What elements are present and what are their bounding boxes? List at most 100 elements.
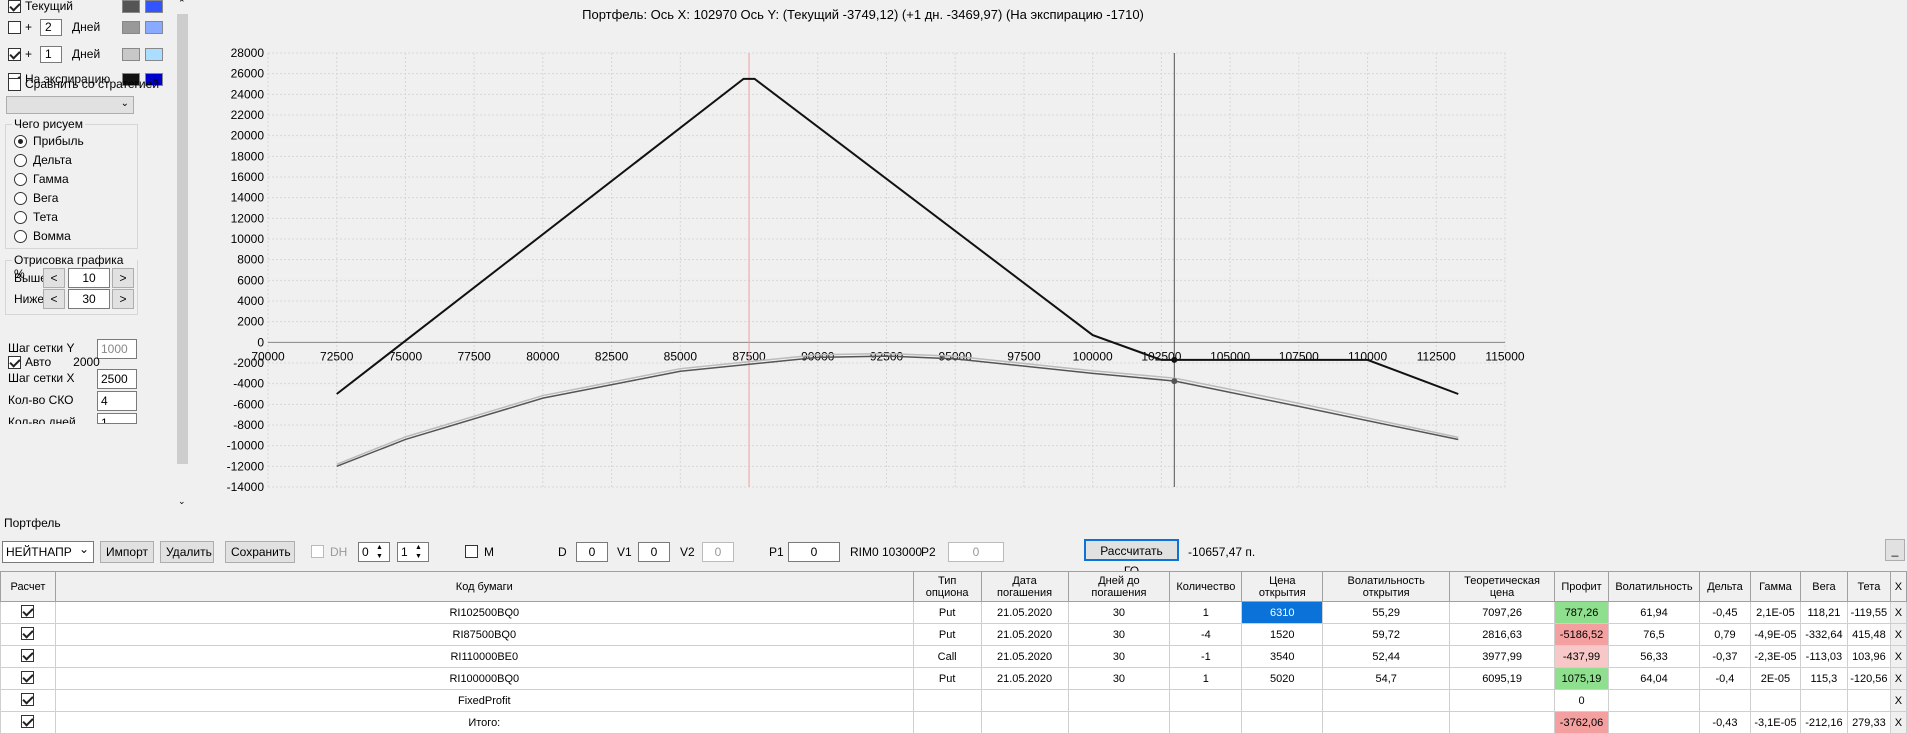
table-cell[interactable]: Call [912,645,982,668]
import-button[interactable]: Импорт [100,541,154,563]
table-cell[interactable]: 1075,19 [1554,667,1609,690]
minimize-button[interactable]: _ [1885,539,1905,561]
table-cell[interactable]: -0,37 [1698,645,1751,668]
column-header[interactable]: Теоретическая цена [1449,571,1556,602]
series-row[interactable]: +1 Дней [8,45,100,63]
table-cell[interactable]: Put [912,667,982,690]
table-cell[interactable]: 21.05.2020 [980,667,1069,690]
series-row[interactable]: Текущий [8,0,73,15]
table-cell[interactable] [1169,689,1243,712]
scroll-up-icon[interactable]: ⌃ [178,0,186,9]
table-row[interactable]: RI102500BQ0 Put 21.05.2020 30 1 6310 55,29 7097… [0,601,1907,624]
table-cell[interactable]: 30 [1067,623,1171,646]
table-cell[interactable]: 2E-05 [1749,667,1801,690]
table-cell[interactable] [1449,711,1556,734]
column-header[interactable]: Дней до погашения [1067,571,1171,602]
table-cell[interactable]: 59,72 [1322,623,1451,646]
table-cell[interactable] [1799,689,1848,712]
table-cell[interactable] [1169,711,1243,734]
series-checkbox[interactable] [8,20,21,34]
table-cell[interactable] [1608,711,1700,734]
table-cell[interactable]: 2816,63 [1449,623,1556,646]
column-header[interactable]: Дельта [1698,571,1751,602]
grid-x-input[interactable]: 2500 [97,369,137,389]
column-header[interactable]: Расчет [0,571,56,602]
table-cell[interactable]: -0,43 [1698,711,1751,734]
table-cell[interactable]: 279,33 [1846,711,1891,734]
table-cell[interactable]: 0 [1554,689,1609,712]
table-cell[interactable]: 6095,19 [1449,667,1556,690]
table-cell[interactable]: -4 [1169,623,1243,646]
table-cell[interactable]: -1 [1169,645,1243,668]
calc-go-button[interactable]: Рассчитать ГО [1084,539,1179,578]
series-checkbox[interactable] [8,47,21,61]
table-cell[interactable]: FixedProfit [54,689,914,712]
profit-chart[interactable]: 70000 72500 75000 77500 80000 82500 85000 87500… [190,0,1907,512]
table-cell[interactable]: 55,29 [1322,601,1451,624]
table-cell[interactable]: RI87500BQ0 [54,623,914,646]
table-cell[interactable]: -119,55 [1846,601,1891,624]
table-cell[interactable]: 52,44 [1322,645,1451,668]
sko-input[interactable]: 4 [97,391,137,411]
table-cell[interactable]: Итого: [54,711,914,734]
remove-row-button[interactable]: X [1889,623,1907,646]
draw-option-radio[interactable]: Дельта [14,151,72,169]
column-header[interactable]: Тета [1846,571,1891,602]
row-calc-checkbox[interactable] [0,623,56,646]
v2-input[interactable]: 0 [702,542,734,562]
series-days-input[interactable]: 2 [40,18,63,36]
table-cell[interactable]: 3540 [1241,645,1324,668]
table-cell[interactable] [912,711,982,734]
draw-option-radio[interactable]: Гамма [14,170,69,188]
table-cell[interactable]: -113,03 [1799,645,1848,668]
grid-y-input[interactable]: 1000 [97,339,137,359]
series-fill-color-swatch[interactable] [145,21,163,34]
spin2-arrows-icon[interactable]: ▲ ▼ [415,543,422,561]
below-value[interactable]: 30 [68,289,110,309]
table-row[interactable]: RI87500BQ0 Put 21.05.2020 30 -4 1520 59,72 2816… [0,623,1907,646]
above-increase-button[interactable]: > [112,268,134,288]
table-cell[interactable]: 61,94 [1608,601,1700,624]
below-decrease-button[interactable]: < [43,289,65,309]
column-header[interactable]: Количество [1169,571,1243,602]
column-header[interactable]: Тип опциона [912,571,982,602]
table-cell[interactable] [1241,711,1324,734]
column-header[interactable]: Дата погашения [980,571,1069,602]
strategy-compare-select[interactable]: ⌄ [6,96,134,114]
table-row[interactable]: RI100000BQ0 Put 21.05.2020 30 1 5020 54,7 6095,… [0,667,1907,690]
strategy-select[interactable]: НЕЙТНАПР ⌄ [2,541,94,563]
compare-checkbox[interactable] [8,77,21,91]
table-row[interactable]: Итого: -3762,06 -0,43 -3,1E-05 -212,16 279,33… [0,711,1907,734]
p1-input[interactable]: 0 [788,542,840,562]
remove-row-button[interactable]: X [1889,667,1907,690]
table-cell[interactable]: 30 [1067,601,1171,624]
column-header[interactable]: Гамма [1749,571,1801,602]
spin2-input[interactable]: 1 [397,542,429,562]
table-cell[interactable]: Put [912,601,982,624]
table-cell[interactable]: 1 [1169,601,1243,624]
table-cell[interactable]: -5186,52 [1554,623,1609,646]
column-header[interactable]: Профит [1554,571,1609,602]
table-cell[interactable]: RI102500BQ0 [54,601,914,624]
auto-checkbox[interactable] [8,355,21,369]
row-calc-checkbox[interactable] [0,711,56,734]
draw-option-radio[interactable]: Тета [14,208,58,226]
scrollbar-thumb[interactable] [177,14,188,464]
d-input[interactable]: 0 [576,542,608,562]
table-cell[interactable]: 6310 [1241,601,1324,624]
table-cell[interactable]: 21.05.2020 [980,645,1069,668]
radio-icon[interactable] [14,210,27,224]
table-cell[interactable]: -0,4 [1698,667,1751,690]
column-header[interactable]: X [1889,571,1907,602]
radio-icon[interactable] [14,229,27,243]
table-cell[interactable]: -120,56 [1846,667,1891,690]
table-cell[interactable]: -3,1E-05 [1749,711,1801,734]
table-cell[interactable]: 64,04 [1608,667,1700,690]
table-cell[interactable]: 115,3 [1799,667,1848,690]
table-cell[interactable]: 54,7 [1322,667,1451,690]
dh-checkbox[interactable] [311,545,328,561]
p2-input[interactable]: 0 [948,542,1004,562]
table-cell[interactable]: Put [912,623,982,646]
table-cell[interactable]: 2,1E-05 [1749,601,1801,624]
series-line-color-swatch[interactable] [122,0,140,13]
